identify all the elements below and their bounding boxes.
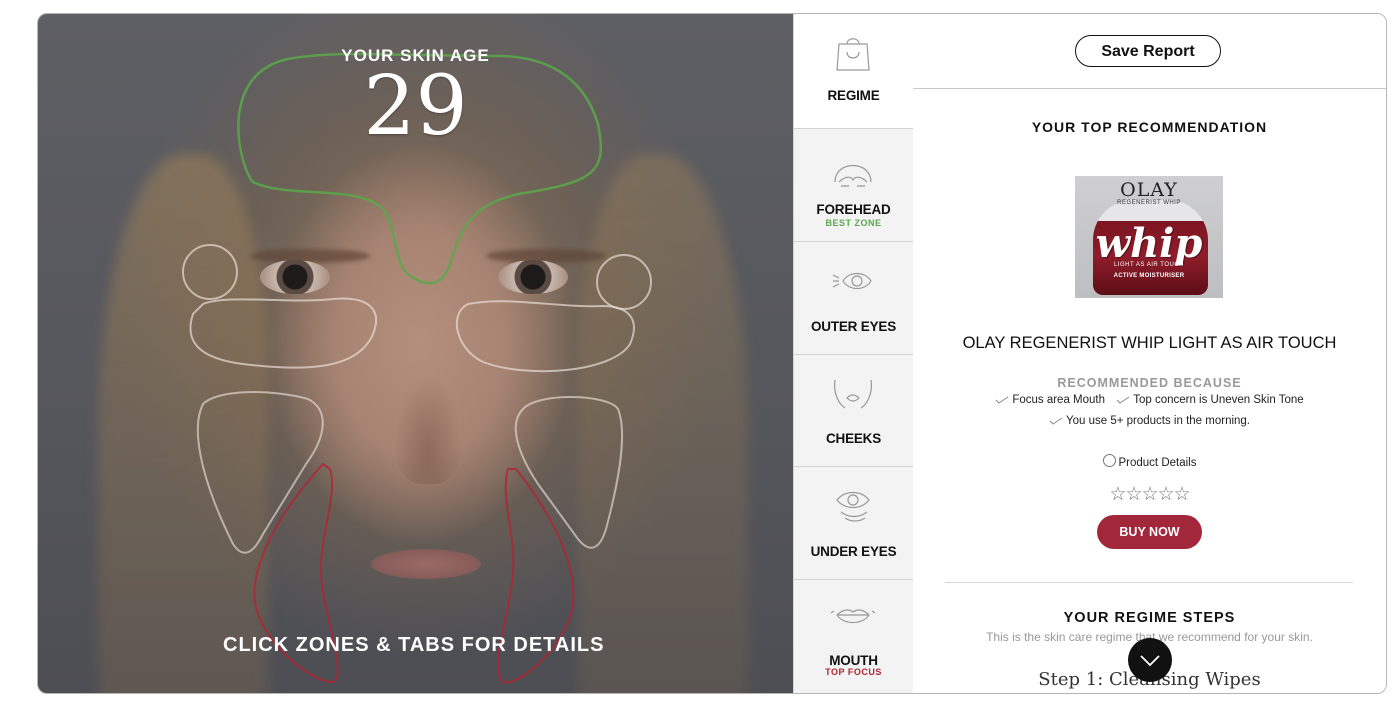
reason-text: Focus area Mouth: [1012, 394, 1105, 406]
section-divider: [945, 582, 1353, 583]
scroll-down-button[interactable]: [1128, 638, 1172, 682]
cheeks-icon: [834, 379, 872, 409]
product-image[interactable]: OLAY REGENERIST WHIP whip LIGHT AS AIR T…: [1075, 176, 1223, 298]
reason-text: You use 5+ products in the morning.: [1065, 415, 1251, 427]
tab-label: OUTER EYES: [810, 319, 897, 334]
tab-label: CHEEKS: [825, 431, 882, 446]
product-image-brand: OLAY: [1120, 179, 1178, 201]
zone-outer-eye-right[interactable]: [596, 254, 652, 310]
tab-label: REGIME: [827, 88, 880, 103]
tab-label: MOUTH: [829, 653, 878, 668]
zone-cheek-right[interactable]: [514, 396, 624, 549]
regime-title: YOUR REGIME STEPS: [1063, 610, 1236, 626]
save-bar: Save Report: [913, 14, 1386, 89]
tab-mouth[interactable]: MOUTH TOP FOCUS: [794, 579, 913, 693]
tab-label: UNDER EYES: [810, 544, 897, 559]
tab-forehead[interactable]: FOREHEAD BEST ZONE: [794, 128, 913, 242]
product-details-toggle[interactable]: Product Details: [913, 454, 1386, 469]
check-icon: [995, 396, 1009, 404]
tab-outer-eyes[interactable]: OUTER EYES: [794, 241, 913, 355]
zone-outer-eye-left[interactable]: [182, 244, 238, 300]
product-image-tag: LIGHT AS AIR TOUCH: [1113, 262, 1185, 268]
save-report-button[interactable]: Save Report: [1075, 35, 1221, 67]
tab-regime[interactable]: REGIME: [794, 14, 913, 129]
shopping-bag-icon: [836, 38, 870, 71]
tab-label: FOREHEAD: [816, 202, 891, 217]
reason-row: You use 5+ products in the morning.: [913, 415, 1386, 427]
zone-under-eye-left[interactable]: [189, 297, 378, 369]
reason-row: Focus area Mouth Top concern is Uneven S…: [913, 394, 1386, 406]
chevron-down-icon: [1102, 454, 1116, 467]
recommended-because-title: RECOMMENDED BECAUSE: [1057, 376, 1242, 390]
skin-age-value: 29: [363, 59, 468, 154]
reason-text: Top concern is Uneven Skin Tone: [1133, 394, 1304, 406]
under-eye-icon: [836, 491, 870, 522]
zone-under-eye-right[interactable]: [455, 300, 635, 373]
face-photo-panel: YOUR SKIN AGE 29 CLICK ZONES & TABS FOR …: [38, 14, 793, 693]
tab-cheeks[interactable]: CHEEKS: [794, 354, 913, 467]
product-name: OLAY REGENERIST WHIP LIGHT AS AIR TOUCH: [962, 334, 1337, 352]
product-details-label: Product Details: [1118, 457, 1197, 469]
product-image-script: whip: [1095, 220, 1203, 267]
forehead-icon: [834, 165, 872, 187]
rating-stars[interactable]: ☆☆☆☆☆: [913, 483, 1386, 506]
reason-item: You use 5+ products in the morning.: [1049, 415, 1250, 427]
reason-item: Top concern is Uneven Skin Tone: [1116, 394, 1304, 406]
chevron-down-icon: [1140, 655, 1160, 667]
product-image-sub: REGENERIST WHIP: [1117, 200, 1181, 206]
top-recommendation-title: YOUR TOP RECOMMENDATION: [1031, 119, 1268, 135]
report-panel: Save Report YOUR TOP RECOMMENDATION OLAY…: [913, 14, 1386, 693]
tab-best-zone-badge: BEST ZONE: [825, 218, 882, 228]
check-icon: [1116, 396, 1130, 404]
product-image-tag2: ACTIVE MOISTURISER: [1113, 273, 1185, 279]
zone-cheek-left[interactable]: [196, 391, 324, 554]
outer-eye-icon: [832, 272, 872, 290]
buy-now-button[interactable]: BUY NOW: [1097, 515, 1202, 549]
zones-hint: CLICK ZONES & TABS FOR DETAILS: [223, 634, 605, 656]
tab-under-eyes[interactable]: UNDER EYES: [794, 466, 913, 580]
check-icon: [1049, 417, 1063, 425]
mouth-icon: [831, 609, 875, 624]
zone-tabs: REGIME FOREHEAD BEST ZONE OUTER EYES CHE…: [793, 14, 914, 693]
skin-advisor-frame: YOUR SKIN AGE 29 CLICK ZONES & TABS FOR …: [37, 13, 1387, 694]
tab-top-focus-badge: TOP FOCUS: [825, 667, 882, 677]
reason-item: Focus area Mouth: [995, 394, 1105, 406]
